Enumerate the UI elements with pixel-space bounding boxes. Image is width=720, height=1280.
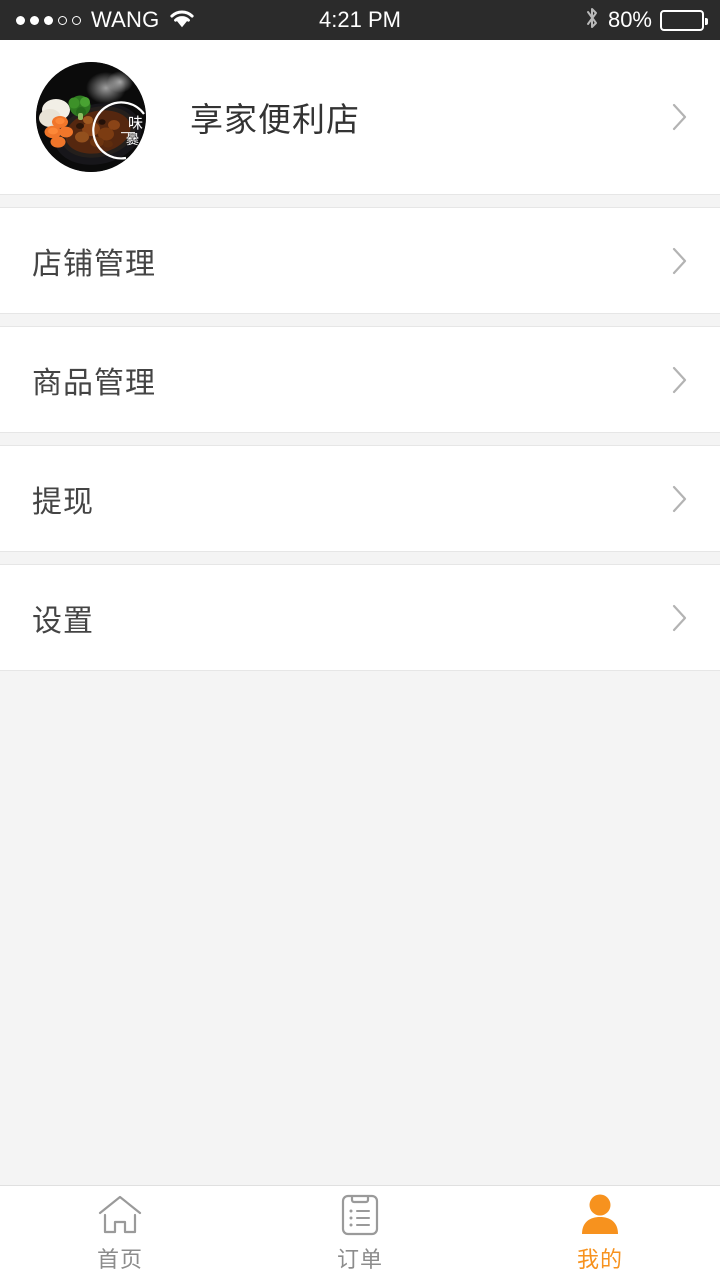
chevron-right-icon xyxy=(672,246,688,276)
signal-dot-2 xyxy=(30,15,39,25)
home-icon xyxy=(97,1192,143,1236)
menu-item-label: 设置 xyxy=(32,604,94,638)
clipboard-order-icon xyxy=(339,1192,381,1236)
menu-section-1: 店铺管理 xyxy=(0,207,720,314)
menu-item-store-management[interactable]: 店铺管理 xyxy=(0,208,720,313)
chevron-right-icon xyxy=(672,603,688,633)
chevron-right-icon xyxy=(672,102,688,132)
tab-label-orders: 订单 xyxy=(336,1247,383,1272)
section-gap-3 xyxy=(0,433,720,445)
carrier-label: WANG xyxy=(91,7,160,32)
signal-strength-dots xyxy=(16,15,81,25)
status-bar: WANG 4:21 PM 80% xyxy=(0,0,720,40)
svg-text:味: 味 xyxy=(128,115,143,132)
svg-text:爨: 爨 xyxy=(126,132,139,147)
menu-item-product-management[interactable]: 商品管理 xyxy=(0,327,720,432)
menu-section-2: 商品管理 xyxy=(0,326,720,433)
chevron-right-icon xyxy=(672,484,688,514)
status-bar-left: WANG xyxy=(16,7,196,33)
menu-section-4: 设置 xyxy=(0,564,720,671)
shop-profile-row[interactable]: 味 爨 享家便利店 xyxy=(0,40,720,195)
app-root: WANG 4:21 PM 80% 味 爨 享家便利店 店铺管理 商品管理 提现 … xyxy=(0,0,720,1280)
menu-item-withdraw[interactable]: 提现 xyxy=(0,446,720,551)
battery-icon xyxy=(660,9,708,31)
chevron-right-icon xyxy=(672,365,688,395)
person-profile-icon xyxy=(578,1192,622,1236)
shop-name-label: 享家便利店 xyxy=(190,101,360,138)
bottom-tab-bar: 首页 订单 我的 xyxy=(0,1185,720,1280)
tab-orders[interactable]: 订单 xyxy=(240,1186,480,1280)
tab-label-profile: 我的 xyxy=(576,1247,623,1272)
menu-item-label: 店铺管理 xyxy=(32,247,156,281)
signal-dot-4 xyxy=(58,15,67,25)
menu-item-label: 提现 xyxy=(32,485,94,519)
status-bar-right: 80% xyxy=(584,6,708,35)
menu-section-3: 提现 xyxy=(0,445,720,552)
battery-percent-label: 80% xyxy=(607,7,652,32)
signal-dot-1 xyxy=(16,15,25,25)
wifi-icon xyxy=(168,7,196,33)
bluetooth-icon xyxy=(584,6,600,35)
tab-home[interactable]: 首页 xyxy=(0,1186,240,1280)
section-gap-4 xyxy=(0,552,720,564)
tab-profile[interactable]: 我的 xyxy=(480,1186,720,1280)
section-gap-2 xyxy=(0,314,720,326)
section-gap-1 xyxy=(0,195,720,207)
menu-item-settings[interactable]: 设置 xyxy=(0,565,720,670)
signal-dot-3 xyxy=(44,15,53,25)
signal-dot-5 xyxy=(72,15,81,25)
tab-label-home: 首页 xyxy=(96,1247,143,1272)
avatar: 味 爨 xyxy=(36,62,146,172)
menu-item-label: 商品管理 xyxy=(32,366,156,400)
main-content: 味 爨 享家便利店 店铺管理 商品管理 提现 设置 xyxy=(0,40,720,1185)
